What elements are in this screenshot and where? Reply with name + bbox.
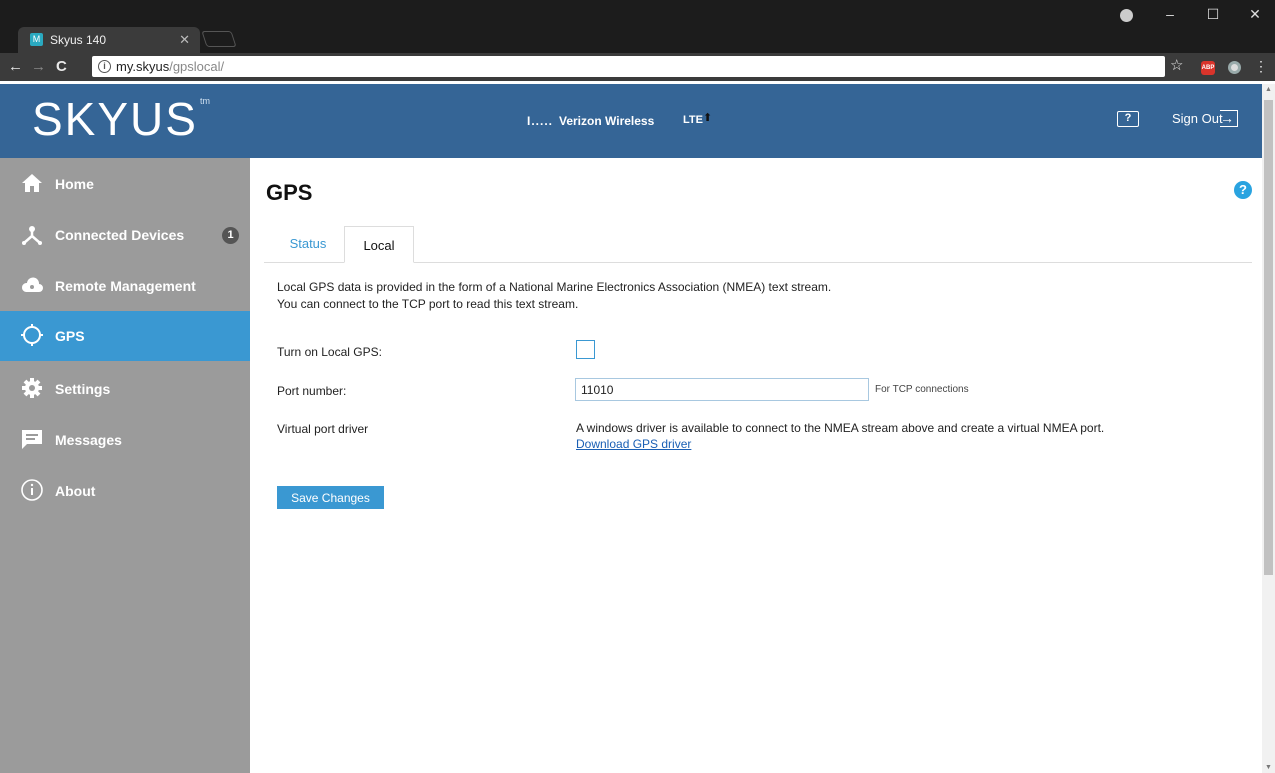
sidebar-item-messages[interactable]: Messages — [0, 415, 250, 465]
favicon-icon: M — [30, 33, 43, 46]
browser-menu-icon[interactable]: ⋮ — [1254, 58, 1268, 75]
device-count-badge: 1 — [222, 227, 239, 244]
port-number-label: Port number: — [277, 384, 347, 398]
profile-icon[interactable] — [1120, 9, 1133, 22]
message-icon — [22, 430, 42, 449]
sidebar-item-label: About — [55, 483, 96, 499]
extension-icon[interactable] — [1228, 61, 1241, 74]
bookmark-star-icon[interactable]: ☆ — [1170, 56, 1183, 74]
sidebar-item-label: Remote Management — [55, 278, 196, 294]
carrier-name: Verizon Wireless — [559, 114, 655, 128]
adblock-icon[interactable]: ABP — [1201, 61, 1215, 75]
tab-title: Skyus 140 — [50, 33, 107, 47]
tab-local[interactable]: Local — [344, 226, 414, 263]
sidebar-item-remote-management[interactable]: Remote Management — [0, 261, 250, 311]
page-scrollbar[interactable]: ▲ ▼ — [1262, 84, 1275, 773]
sidebar-item-gps[interactable]: GPS — [0, 311, 250, 361]
sidebar-item-about[interactable]: About — [0, 466, 250, 516]
logo-trademark: tm — [200, 96, 210, 106]
browser-tab[interactable]: M Skyus 140 ✕ — [18, 27, 200, 53]
download-gps-driver-link[interactable]: Download GPS driver — [576, 437, 691, 451]
sidebar-item-settings[interactable]: Settings — [0, 364, 250, 414]
gear-icon — [22, 378, 42, 398]
url-path: /gpslocal/ — [169, 59, 225, 74]
crosshair-icon — [21, 324, 43, 346]
address-bar: ← → C i my.skyus/gpslocal/ — [0, 53, 1275, 81]
port-number-input[interactable] — [575, 378, 869, 401]
tab-status[interactable]: Status — [276, 226, 340, 262]
app-header: SKYUS tm I..... Verizon Wireless LTE ⬆ ?… — [0, 84, 1262, 158]
scroll-up-icon[interactable]: ▲ — [1265, 86, 1272, 93]
mouse-cursor-icon: ⬆ — [703, 112, 713, 124]
port-hint: For TCP connections — [875, 384, 969, 395]
url-host: my.skyus — [116, 59, 170, 74]
virtual-port-driver-label: Virtual port driver — [277, 422, 369, 436]
local-gps-label: Turn on Local GPS: — [277, 345, 382, 359]
sidebar-item-label: Settings — [55, 381, 111, 397]
help-icon[interactable]: ? — [1117, 111, 1139, 127]
page-title: GPS — [266, 180, 313, 205]
minimize-icon[interactable]: – — [1150, 6, 1190, 22]
scroll-down-icon[interactable]: ▼ — [1265, 764, 1272, 771]
sign-out-button[interactable]: Sign Out — [1172, 111, 1223, 126]
devices-icon — [22, 226, 42, 245]
network-technology: LTE — [683, 114, 703, 126]
save-changes-button[interactable]: Save Changes — [277, 486, 384, 509]
reload-icon[interactable]: C — [56, 58, 67, 75]
sign-out-icon[interactable]: → — [1220, 110, 1238, 127]
close-tab-icon[interactable]: ✕ — [179, 32, 190, 48]
local-gps-checkbox[interactable] — [576, 340, 595, 359]
sidebar: Home Connected Devices 1 Remote Manageme… — [0, 158, 250, 773]
logo: SKYUS — [32, 93, 198, 145]
scroll-thumb[interactable] — [1264, 100, 1273, 575]
back-icon[interactable]: ← — [8, 58, 23, 75]
info-icon[interactable]: i — [98, 60, 111, 73]
help-circle-icon[interactable]: ? — [1234, 181, 1252, 199]
new-tab-button[interactable] — [201, 31, 237, 47]
driver-description: A windows driver is available to connect… — [576, 421, 1105, 435]
url-field[interactable]: i my.skyus/gpslocal/ — [92, 56, 1165, 77]
sidebar-item-label: Messages — [55, 432, 122, 448]
home-icon — [22, 174, 42, 192]
sidebar-item-home[interactable]: Home — [0, 159, 250, 209]
browser-titlebar: M Skyus 140 ✕ – ☐ ✕ — [0, 0, 1275, 53]
forward-icon[interactable]: → — [31, 58, 46, 75]
info-icon — [21, 479, 43, 501]
close-window-icon[interactable]: ✕ — [1235, 6, 1275, 23]
sidebar-item-label: GPS — [55, 328, 85, 344]
sidebar-item-label: Connected Devices — [55, 227, 185, 243]
signal-strength: I..... — [527, 114, 554, 128]
description-line-2: You can connect to the TCP port to read … — [277, 297, 579, 311]
description-line-1: Local GPS data is provided in the form o… — [277, 280, 832, 294]
maximize-icon[interactable]: ☐ — [1193, 6, 1233, 23]
sidebar-item-connected-devices[interactable]: Connected Devices 1 — [0, 210, 250, 260]
sidebar-item-label: Home — [55, 176, 94, 192]
cloud-icon — [21, 277, 43, 292]
